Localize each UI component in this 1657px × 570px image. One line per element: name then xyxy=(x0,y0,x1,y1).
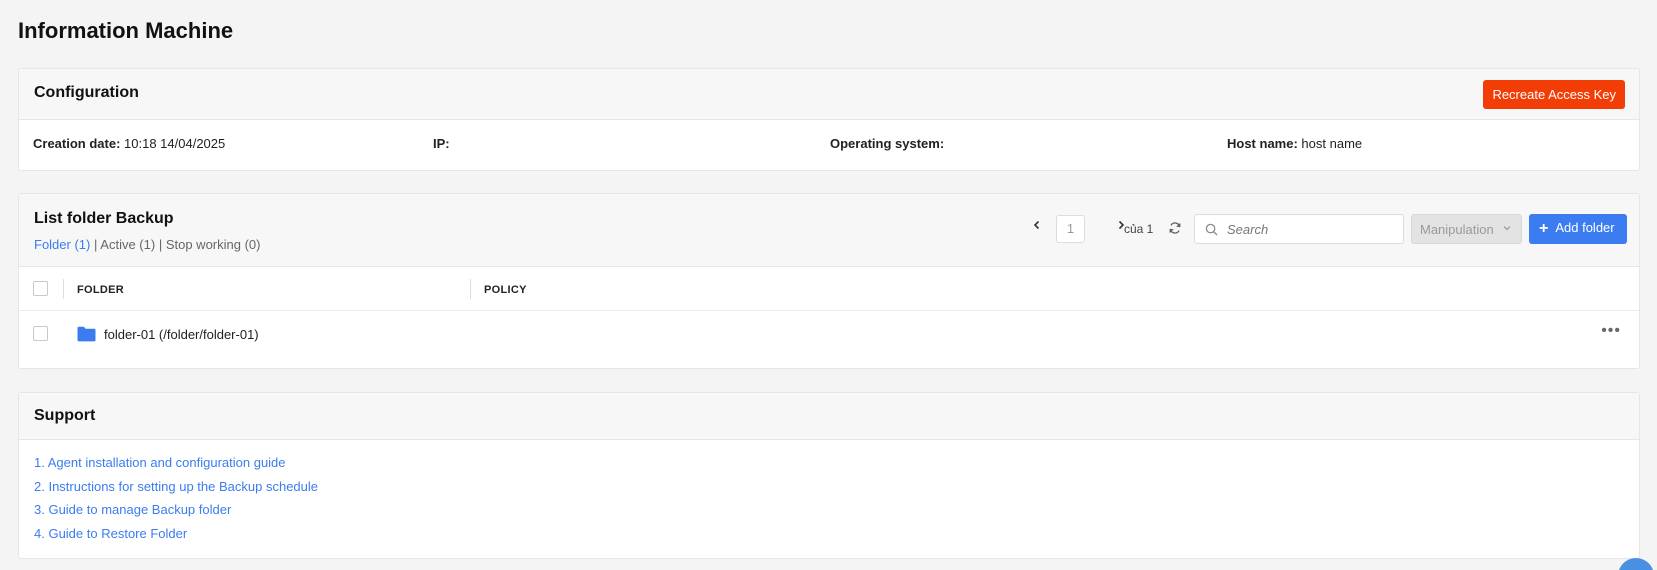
configuration-header: Configuration Recreate Access Key xyxy=(19,69,1639,120)
creation-date-value: 10:18 14/04/2025 xyxy=(124,136,226,151)
add-folder-label: Add folder xyxy=(1555,220,1615,235)
host-name-label: Host name: xyxy=(1227,136,1298,151)
column-header-folder[interactable]: FOLDER xyxy=(77,284,124,296)
support-link-install-guide[interactable]: 1. Agent installation and configuration … xyxy=(34,455,318,479)
plus-icon: + xyxy=(1539,220,1549,237)
backup-list-header: List folder Backup Folder (1) | Active (… xyxy=(19,194,1639,267)
more-horizontal-icon[interactable]: ••• xyxy=(1601,322,1621,340)
page-title: Information Machine xyxy=(18,18,234,43)
manipulation-label: Manipulation xyxy=(1420,221,1494,237)
search-box xyxy=(1194,214,1404,244)
chevron-down-icon xyxy=(1503,226,1511,231)
ip-info: IP: xyxy=(433,136,450,151)
search-input[interactable] xyxy=(1227,215,1397,243)
creation-date-info: Creation date: 10:18 14/04/2025 xyxy=(33,136,225,151)
os-label: Operating system: xyxy=(830,136,945,151)
add-folder-button[interactable]: + Add folder xyxy=(1529,214,1627,244)
backup-list-title: List folder Backup xyxy=(34,210,174,227)
support-header: Support xyxy=(19,393,1639,440)
folder-name[interactable]: folder-01 (/folder/folder-01) xyxy=(104,327,259,342)
page-number-input[interactable]: 1 xyxy=(1056,215,1085,243)
status-filters: Folder (1) | Active (1) | Stop working (… xyxy=(34,237,260,252)
folder-icon xyxy=(77,326,96,342)
table-row: folder-01 (/folder/folder-01) ••• xyxy=(19,311,1639,358)
row-checkbox[interactable] xyxy=(33,326,48,341)
table-header: FOLDER POLICY xyxy=(19,267,1639,311)
creation-date-label: Creation date: xyxy=(33,136,121,151)
support-title: Support xyxy=(34,407,96,424)
page-total-label: của 1 xyxy=(1124,222,1154,236)
host-name-value: host name xyxy=(1301,136,1363,151)
filter-separator: | xyxy=(93,237,98,252)
filter-separator: | xyxy=(158,237,163,252)
select-all-checkbox[interactable] xyxy=(33,281,48,296)
support-link-schedule-guide[interactable]: 2. Instructions for setting up the Backu… xyxy=(34,479,318,503)
column-divider xyxy=(63,279,64,299)
os-info: Operating system: xyxy=(830,136,944,151)
column-header-policy[interactable]: POLICY xyxy=(484,284,527,296)
support-link-restore-guide[interactable]: 4. Guide to Restore Folder xyxy=(34,526,318,550)
recreate-access-key-button[interactable]: Recreate Access Key xyxy=(1483,80,1625,109)
host-name-info: Host name: host name xyxy=(1227,136,1362,151)
refresh-icon[interactable] xyxy=(1168,221,1184,237)
manipulation-dropdown[interactable]: Manipulation xyxy=(1411,214,1522,244)
support-link-manage-guide[interactable]: 3. Guide to manage Backup folder xyxy=(34,502,318,526)
search-icon xyxy=(1205,223,1218,236)
column-divider xyxy=(470,279,471,299)
chevron-left-icon[interactable] xyxy=(1028,217,1046,235)
configuration-title: Configuration xyxy=(34,84,139,101)
ip-label: IP: xyxy=(433,136,450,151)
support-links: 1. Agent installation and configuration … xyxy=(34,455,318,549)
filter-active[interactable]: Active (1) xyxy=(100,237,155,252)
backup-list-card: List folder Backup Folder (1) | Active (… xyxy=(18,193,1640,369)
filter-folder[interactable]: Folder (1) xyxy=(34,237,90,252)
support-card: Support 1. Agent installation and config… xyxy=(18,392,1640,559)
configuration-card: Configuration Recreate Access Key Creati… xyxy=(18,68,1640,171)
help-chat-button[interactable] xyxy=(1618,558,1654,570)
filter-stop-working[interactable]: Stop working (0) xyxy=(166,237,261,252)
